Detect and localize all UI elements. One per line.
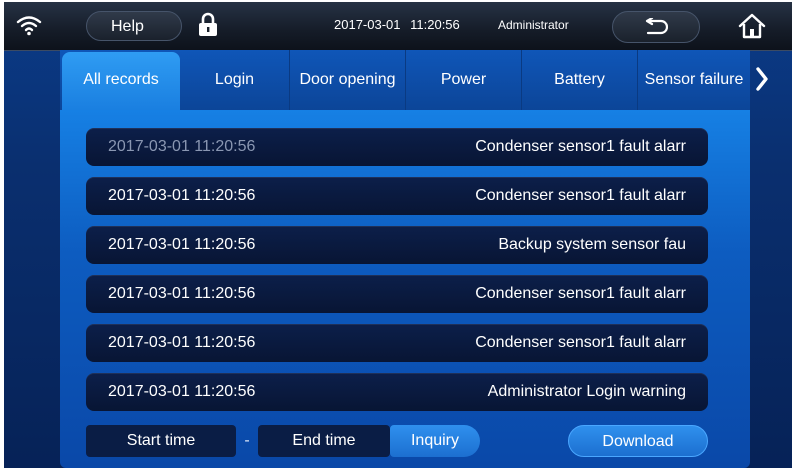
tab-all-records[interactable]: All records bbox=[62, 52, 180, 110]
end-time-field[interactable]: End time bbox=[258, 425, 390, 457]
download-button[interactable]: Download bbox=[568, 425, 708, 457]
tab-label: Login bbox=[214, 71, 255, 88]
help-button[interactable]: Help bbox=[86, 11, 182, 41]
filter-bar: Start time - End time Inquiry Download bbox=[86, 425, 708, 457]
top-status-bar: Help 2017-03-01 11:20:56 Administrator bbox=[4, 2, 792, 51]
tab-label: Sensor failure bbox=[644, 71, 744, 88]
inquiry-label: Inquiry bbox=[410, 432, 460, 449]
record-message: Condenser sensor1 fault alarr bbox=[475, 334, 686, 351]
help-label: Help bbox=[111, 18, 144, 35]
record-time: 2017-03-01 11:20:56 bbox=[108, 236, 256, 253]
record-message: Backup system sensor fau bbox=[498, 236, 686, 253]
datetime-display: 2017-03-01 11:20:56 bbox=[334, 17, 460, 32]
record-message: Condenser sensor1 fault alarr bbox=[475, 138, 686, 155]
record-row[interactable]: 2017-03-01 11:20:56 Condenser sensor1 fa… bbox=[86, 177, 708, 215]
record-time: 2017-03-01 11:20:56 bbox=[108, 138, 256, 155]
record-message: Administrator Login warning bbox=[487, 383, 686, 400]
tab-battery[interactable]: Battery bbox=[522, 50, 638, 110]
end-time-label: End time bbox=[292, 432, 356, 449]
download-label: Download bbox=[602, 433, 674, 450]
record-row[interactable]: 2017-03-01 11:20:56 Condenser sensor1 fa… bbox=[86, 275, 708, 313]
chevron-right-icon[interactable] bbox=[752, 64, 772, 94]
start-time-label: Start time bbox=[126, 432, 196, 449]
record-time: 2017-03-01 11:20:56 bbox=[108, 383, 256, 400]
record-time: 2017-03-01 11:20:56 bbox=[108, 285, 256, 302]
back-icon bbox=[645, 18, 668, 35]
time-text: 11:20:56 bbox=[410, 17, 460, 32]
tab-label: Door opening bbox=[299, 71, 396, 88]
inquiry-button[interactable]: Inquiry bbox=[390, 425, 480, 457]
record-row[interactable]: 2017-03-01 11:20:56 Backup system sensor… bbox=[86, 226, 708, 264]
record-tabs: All records Login Door opening Power Bat… bbox=[60, 50, 750, 110]
wifi-icon bbox=[16, 14, 42, 36]
records-panel: 2017-03-01 11:20:56 Condenser sensor1 fa… bbox=[60, 110, 750, 468]
range-separator: - bbox=[244, 432, 250, 449]
record-message: Condenser sensor1 fault alarr bbox=[475, 187, 686, 204]
tab-login[interactable]: Login bbox=[180, 50, 290, 110]
tab-power[interactable]: Power bbox=[406, 50, 522, 110]
record-message: Condenser sensor1 fault alarr bbox=[475, 285, 686, 302]
record-row[interactable]: 2017-03-01 11:20:56 Administrator Login … bbox=[86, 373, 708, 411]
user-name: Administrator bbox=[498, 18, 569, 32]
tab-sensor-failure[interactable]: Sensor failure bbox=[638, 50, 750, 110]
record-time: 2017-03-01 11:20:56 bbox=[108, 187, 256, 204]
tab-label: All records bbox=[83, 71, 159, 88]
lock-icon[interactable] bbox=[197, 12, 219, 38]
tab-door-opening[interactable]: Door opening bbox=[290, 50, 406, 110]
home-button[interactable] bbox=[722, 8, 782, 44]
record-time: 2017-03-01 11:20:56 bbox=[108, 334, 256, 351]
tab-label: Power bbox=[440, 71, 487, 88]
date-text: 2017-03-01 bbox=[334, 17, 401, 32]
record-row[interactable]: 2017-03-01 11:20:56 Condenser sensor1 fa… bbox=[86, 128, 708, 166]
record-row[interactable]: 2017-03-01 11:20:56 Condenser sensor1 fa… bbox=[86, 324, 708, 362]
back-button[interactable] bbox=[612, 11, 700, 43]
home-icon bbox=[738, 13, 766, 39]
screen: Help 2017-03-01 11:20:56 Administrator A… bbox=[4, 2, 792, 468]
tab-label: Battery bbox=[554, 71, 605, 88]
start-time-field[interactable]: Start time bbox=[86, 425, 236, 457]
